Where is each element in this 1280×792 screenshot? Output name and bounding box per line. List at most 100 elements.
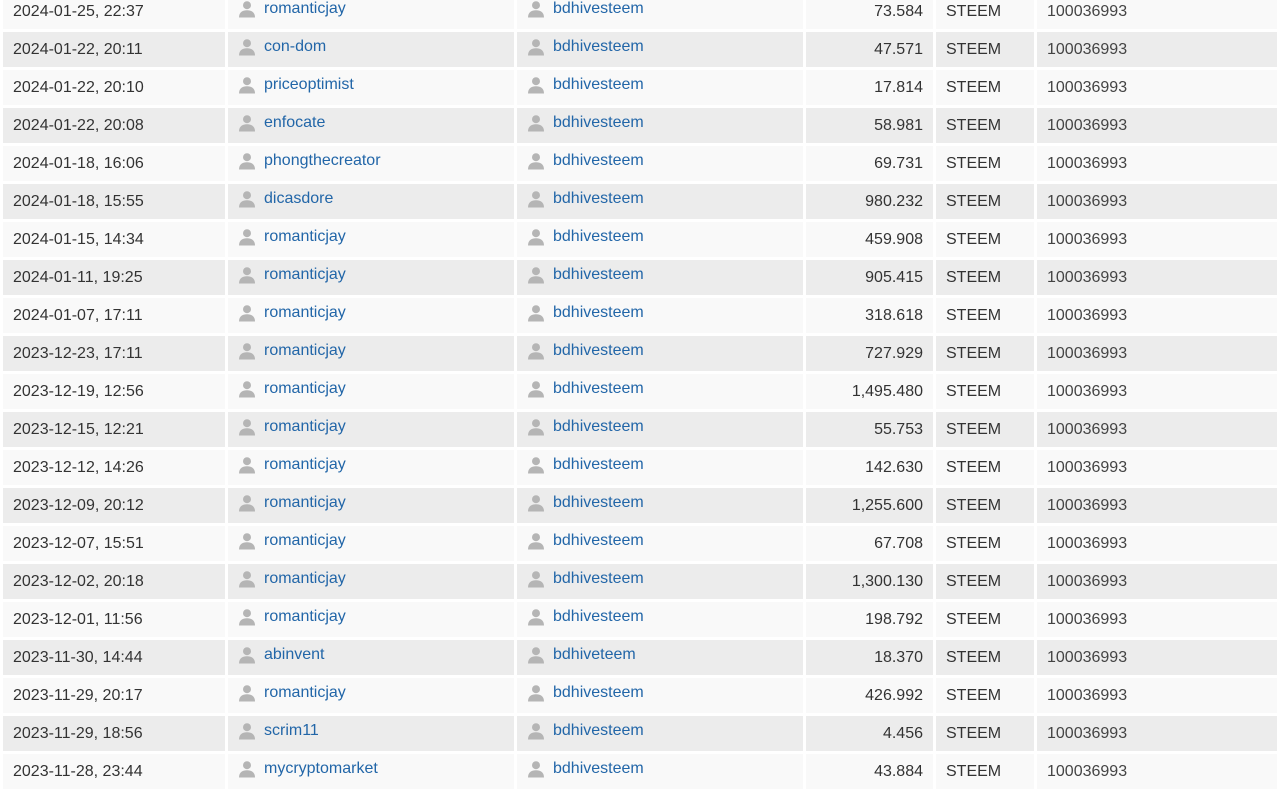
recipient-link[interactable]: bdhivesteem: [553, 456, 644, 474]
recipient[interactable]: bdhivesteem: [527, 532, 644, 550]
sender[interactable]: scrim11: [238, 722, 319, 740]
sender-link[interactable]: phongthecreator: [264, 152, 381, 170]
sender-link[interactable]: romanticjay: [264, 380, 346, 398]
recipient-link[interactable]: bdhivesteem: [553, 38, 644, 56]
recipient-link[interactable]: bdhiveteem: [553, 646, 636, 664]
sender[interactable]: phongthecreator: [238, 152, 381, 170]
sender-link[interactable]: romanticjay: [264, 342, 346, 360]
sender[interactable]: romanticjay: [238, 228, 346, 246]
transfer-amount: 426.992: [806, 678, 933, 713]
recipient[interactable]: bdhivesteem: [527, 342, 644, 360]
sender-link[interactable]: con-dom: [264, 38, 326, 56]
sender-link[interactable]: priceoptimist: [264, 76, 354, 94]
user-icon: [528, 457, 544, 474]
sender[interactable]: romanticjay: [238, 532, 346, 550]
sender[interactable]: abinvent: [238, 646, 325, 664]
recipient-link[interactable]: bdhivesteem: [553, 722, 644, 740]
transfer-memo: 100036993: [1037, 564, 1277, 599]
recipient[interactable]: bdhivesteem: [527, 228, 644, 246]
recipient[interactable]: bdhivesteem: [527, 608, 644, 626]
recipient-link[interactable]: bdhivesteem: [553, 380, 644, 398]
recipient[interactable]: bdhiveteem: [527, 646, 636, 664]
recipient-link[interactable]: bdhivesteem: [553, 760, 644, 778]
transfer-amount: 142.630: [806, 450, 933, 485]
sender-link[interactable]: mycryptomarket: [264, 760, 378, 778]
sender[interactable]: dicasdore: [238, 190, 333, 208]
sender[interactable]: romanticjay: [238, 494, 346, 512]
recipient[interactable]: bdhivesteem: [527, 266, 644, 284]
recipient-link[interactable]: bdhivesteem: [553, 190, 644, 208]
transfer-amount: 18.370: [806, 640, 933, 675]
sender[interactable]: mycryptomarket: [238, 760, 378, 778]
sender-link[interactable]: romanticjay: [264, 266, 346, 284]
recipient[interactable]: bdhivesteem: [527, 760, 644, 778]
sender[interactable]: romanticjay: [238, 418, 346, 436]
transfer-amount: 727.929: [806, 336, 933, 371]
recipient-link[interactable]: bdhivesteem: [553, 114, 644, 132]
sender[interactable]: priceoptimist: [238, 76, 354, 94]
sender-link[interactable]: romanticjay: [264, 228, 346, 246]
sender-link[interactable]: romanticjay: [264, 608, 346, 626]
sender-cell: scrim11: [228, 716, 514, 751]
sender[interactable]: romanticjay: [238, 0, 346, 18]
transfers-table: 2024-01-25, 22:37 romanticjay bdhivestee…: [0, 0, 1280, 792]
sender-link[interactable]: enfocate: [264, 114, 325, 132]
recipient[interactable]: bdhivesteem: [527, 684, 644, 702]
recipient[interactable]: bdhivesteem: [527, 570, 644, 588]
recipient-link[interactable]: bdhivesteem: [553, 494, 644, 512]
sender[interactable]: romanticjay: [238, 304, 346, 322]
recipient-cell: bdhivesteem: [517, 678, 803, 713]
sender-link[interactable]: romanticjay: [264, 684, 346, 702]
sender[interactable]: romanticjay: [238, 570, 346, 588]
transfer-amount: 459.908: [806, 222, 933, 257]
recipient[interactable]: bdhivesteem: [527, 418, 644, 436]
table-row: 2023-12-12, 14:26 romanticjay bdhivestee…: [3, 450, 1277, 485]
recipient-link[interactable]: bdhivesteem: [553, 342, 644, 360]
recipient-link[interactable]: bdhivesteem: [553, 266, 644, 284]
sender[interactable]: romanticjay: [238, 266, 346, 284]
user-icon: [528, 1, 544, 18]
recipient-link[interactable]: bdhivesteem: [553, 684, 644, 702]
recipient-link[interactable]: bdhivesteem: [553, 304, 644, 322]
recipient-link[interactable]: bdhivesteem: [553, 570, 644, 588]
sender-link[interactable]: romanticjay: [264, 304, 346, 322]
sender-link[interactable]: abinvent: [264, 646, 325, 664]
sender-link[interactable]: romanticjay: [264, 532, 346, 550]
recipient-link[interactable]: bdhivesteem: [553, 0, 644, 18]
recipient-link[interactable]: bdhivesteem: [553, 418, 644, 436]
transfer-date: 2024-01-22, 20:10: [3, 70, 225, 105]
sender-link[interactable]: dicasdore: [264, 190, 333, 208]
recipient[interactable]: bdhivesteem: [527, 76, 644, 94]
recipient-cell: bdhivesteem: [517, 488, 803, 523]
sender[interactable]: romanticjay: [238, 342, 346, 360]
sender[interactable]: romanticjay: [238, 608, 346, 626]
recipient[interactable]: bdhivesteem: [527, 304, 644, 322]
recipient[interactable]: bdhivesteem: [527, 456, 644, 474]
recipient[interactable]: bdhivesteem: [527, 38, 644, 56]
sender-link[interactable]: romanticjay: [264, 570, 346, 588]
sender[interactable]: romanticjay: [238, 380, 346, 398]
sender-link[interactable]: romanticjay: [264, 456, 346, 474]
recipient[interactable]: bdhivesteem: [527, 0, 644, 18]
sender-link[interactable]: scrim11: [264, 722, 319, 740]
recipient[interactable]: bdhivesteem: [527, 114, 644, 132]
recipient-link[interactable]: bdhivesteem: [553, 228, 644, 246]
transfer-asset: STEEM: [936, 336, 1034, 371]
transfer-memo: 100036993: [1037, 146, 1277, 181]
recipient-link[interactable]: bdhivesteem: [553, 152, 644, 170]
recipient-link[interactable]: bdhivesteem: [553, 76, 644, 94]
recipient[interactable]: bdhivesteem: [527, 722, 644, 740]
recipient-link[interactable]: bdhivesteem: [553, 608, 644, 626]
sender-link[interactable]: romanticjay: [264, 418, 346, 436]
recipient[interactable]: bdhivesteem: [527, 152, 644, 170]
recipient[interactable]: bdhivesteem: [527, 494, 644, 512]
sender[interactable]: enfocate: [238, 114, 325, 132]
sender[interactable]: romanticjay: [238, 684, 346, 702]
sender[interactable]: con-dom: [238, 38, 326, 56]
recipient-link[interactable]: bdhivesteem: [553, 532, 644, 550]
recipient[interactable]: bdhivesteem: [527, 190, 644, 208]
sender-link[interactable]: romanticjay: [264, 0, 346, 18]
recipient[interactable]: bdhivesteem: [527, 380, 644, 398]
sender-link[interactable]: romanticjay: [264, 494, 346, 512]
sender[interactable]: romanticjay: [238, 456, 346, 474]
